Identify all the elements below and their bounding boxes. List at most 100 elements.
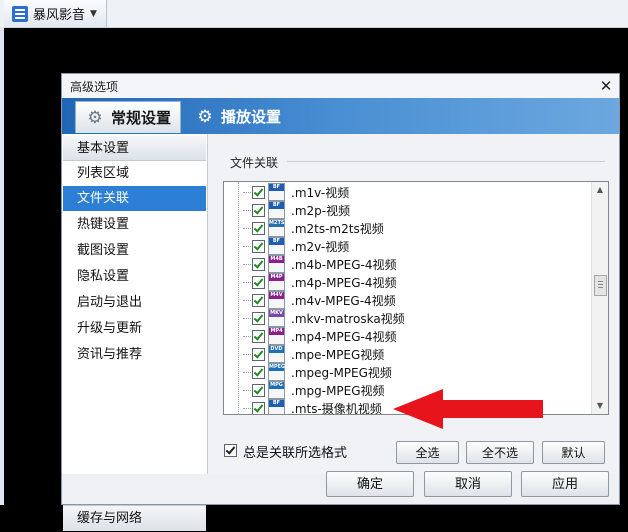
file-type-checkbox[interactable] xyxy=(252,311,265,325)
file-badge: MPG xyxy=(269,382,284,389)
video-file-icon: BF xyxy=(268,201,285,219)
file-type-row[interactable]: BF .mts-摄像机视频 xyxy=(243,399,382,415)
sidebar-item-file-association[interactable]: 文件关联 xyxy=(63,186,206,211)
dialog-footer: 确定 取消 应用 xyxy=(62,471,619,504)
scroll-down-icon[interactable]: ▼ xyxy=(592,398,608,414)
ok-button[interactable]: 确定 xyxy=(326,471,414,497)
window-left-edge xyxy=(0,27,4,505)
video-file-icon: BF xyxy=(268,399,285,414)
tree-guide-line xyxy=(238,182,240,414)
file-badge: BF xyxy=(269,184,284,191)
file-type-label: .mts-摄像机视频 xyxy=(291,401,382,415)
file-badge: BF xyxy=(269,400,284,407)
file-type-checkbox[interactable] xyxy=(252,275,265,289)
advanced-options-dialog: 高级选项 ✕ ⚙ 常规设置 ⚙ 播放设置 基本设置 列表区域 文件关联 热键设置… xyxy=(61,73,620,531)
file-type-row[interactable]: M2TS .m2ts-m2ts视频 xyxy=(243,219,384,237)
file-badge: M4B xyxy=(269,256,284,263)
file-type-row[interactable]: M4P .m4p-MPEG-4视频 xyxy=(243,273,397,291)
apply-button[interactable]: 应用 xyxy=(521,471,609,497)
file-type-row[interactable]: DVD .mpe-MPEG视频 xyxy=(242,345,385,363)
video-file-icon: MKV xyxy=(268,309,285,327)
file-type-checkbox[interactable] xyxy=(252,329,265,343)
arrow-shape xyxy=(393,389,543,429)
dialog-title: 高级选项 xyxy=(70,80,119,94)
file-badge: MP4 xyxy=(269,328,284,335)
tab-play-settings[interactable]: ⚙ 播放设置 xyxy=(186,101,286,132)
sidebar-item-startup-exit[interactable]: 启动与退出 xyxy=(63,290,206,315)
file-type-label: .m4b-MPEG-4视频 xyxy=(291,257,397,272)
caret-down-icon: ▼ xyxy=(90,8,97,19)
vertical-scrollbar[interactable]: ▲ ▼ xyxy=(591,182,608,414)
file-type-label: .mpg-MPEG视频 xyxy=(291,383,385,398)
sidebar-item-cache-network[interactable]: 缓存与网络 xyxy=(63,505,206,531)
file-type-checkbox[interactable] xyxy=(252,365,265,379)
scroll-up-icon[interactable]: ▲ xyxy=(592,182,608,198)
file-type-row[interactable]: M4B .m4b-MPEG-4视频 xyxy=(243,255,397,273)
video-file-icon: M4B xyxy=(268,255,285,273)
select-none-button[interactable]: 全不选 xyxy=(466,441,534,464)
file-type-label: .mpeg-MPEG视频 xyxy=(291,365,392,380)
tab-strip: ⚙ 常规设置 ⚙ 播放设置 xyxy=(62,98,619,134)
file-type-checkbox[interactable] xyxy=(252,257,265,271)
file-type-checkbox[interactable] xyxy=(252,185,265,199)
tab-label: 常规设置 xyxy=(111,109,172,127)
file-type-row[interactable]: MKV .mkv-matroska视频 xyxy=(243,309,405,327)
default-button[interactable]: 默认 xyxy=(542,441,605,464)
top-app-bar: 暴风影音 ▼ xyxy=(0,0,628,28)
file-type-checkbox[interactable] xyxy=(252,383,265,397)
sidebar-item-privacy[interactable]: 隐私设置 xyxy=(63,264,206,289)
video-file-icon: DVD xyxy=(268,345,285,363)
play-settings-icon: ⚙ xyxy=(197,106,213,127)
file-badge: DVD xyxy=(269,346,284,353)
video-file-icon: BF xyxy=(268,183,285,201)
file-type-checkbox[interactable] xyxy=(252,401,265,414)
sidebar-item-upgrade[interactable]: 升级与更新 xyxy=(63,316,206,341)
file-type-label: .m4p-MPEG-4视频 xyxy=(291,275,397,290)
file-type-label: .mp4-MPEG-4视频 xyxy=(291,329,397,344)
file-type-list[interactable]: BF .m1v-视频 BF .m2p-视频 M2TS .m2ts-m2ts视频 BF .m2v… xyxy=(223,181,609,415)
file-type-row[interactable]: BF .m2p-视频 xyxy=(242,201,351,219)
file-type-row[interactable]: BF .m1v-视频 xyxy=(242,183,349,201)
app-menu-button[interactable]: 暴风影音 ▼ xyxy=(4,0,107,27)
select-all-button[interactable]: 全选 xyxy=(396,441,459,464)
file-type-checkbox[interactable] xyxy=(252,347,265,361)
file-type-checkbox[interactable] xyxy=(252,239,265,253)
sidebar-item-list-area[interactable]: 列表区域 xyxy=(63,161,206,186)
file-type-label: .m2p-视频 xyxy=(291,203,351,218)
file-badge: BF xyxy=(269,238,284,245)
sidebar-item-basic[interactable]: 基本设置 xyxy=(63,136,206,161)
file-type-row[interactable]: MPEG .mpeg-MPEG视频 xyxy=(243,363,392,381)
dialog-titlebar: 高级选项 ✕ xyxy=(62,74,619,98)
file-badge: MPEG xyxy=(269,364,286,371)
video-file-icon: BF xyxy=(268,237,285,255)
file-type-checkbox[interactable] xyxy=(252,293,265,307)
file-type-label: .mpe-MPEG视频 xyxy=(291,347,385,362)
file-type-checkbox[interactable] xyxy=(252,221,265,235)
close-icon[interactable]: ✕ xyxy=(597,77,615,95)
video-file-icon: MP4 xyxy=(268,327,285,345)
video-file-icon: M4V xyxy=(268,291,285,309)
sidebar-item-news[interactable]: 资讯与推荐 xyxy=(63,342,206,367)
always-associate-checkbox[interactable] xyxy=(224,444,237,457)
scroll-thumb[interactable] xyxy=(594,275,607,296)
always-associate-label: 总是关联所选格式 xyxy=(243,446,348,461)
file-type-label: .m4v-MPEG-4视频 xyxy=(291,293,396,308)
file-type-row[interactable]: BF .m2v-视频 xyxy=(242,237,350,255)
section-title: 文件关联 xyxy=(230,156,279,170)
file-badge: M4P xyxy=(269,274,284,281)
app-logo-icon xyxy=(12,5,28,22)
gear-icon: ⚙ xyxy=(87,107,103,128)
video-file-icon: M4P xyxy=(268,273,285,291)
tab-general-settings[interactable]: ⚙ 常规设置 xyxy=(75,101,181,133)
file-type-row[interactable]: M4V .m4v-MPEG-4视频 xyxy=(243,291,396,309)
file-type-label: .m2v-视频 xyxy=(291,239,350,254)
sidebar-item-screenshot[interactable]: 截图设置 xyxy=(63,238,206,263)
file-type-row[interactable]: MP4 .mp4-MPEG-4视频 xyxy=(243,327,397,345)
sidebar-item-hotkeys[interactable]: 热键设置 xyxy=(63,212,206,237)
file-type-label: .m2ts-m2ts视频 xyxy=(291,221,384,236)
cancel-button[interactable]: 取消 xyxy=(424,471,512,497)
file-type-row[interactable]: MPG .mpg-MPEG视频 xyxy=(243,381,385,399)
file-badge: BF xyxy=(269,202,284,209)
file-badge: M4V xyxy=(269,292,284,299)
file-type-checkbox[interactable] xyxy=(252,203,265,217)
